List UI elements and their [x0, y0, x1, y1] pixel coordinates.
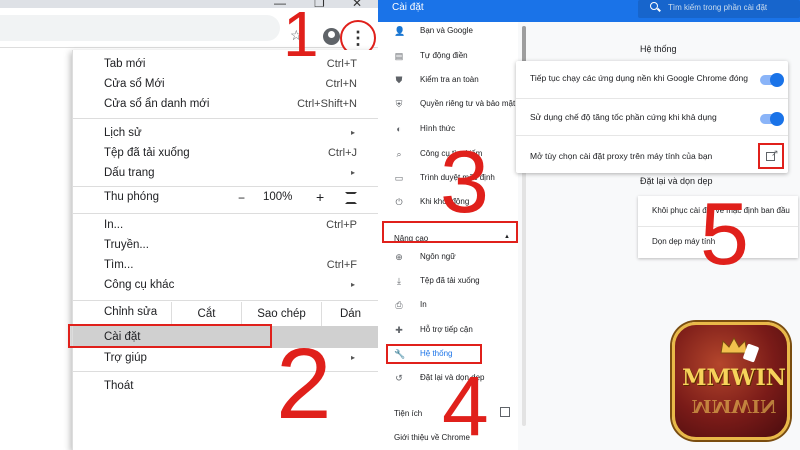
step-number-2: 2	[276, 328, 332, 440]
menu-item-cast[interactable]: Truyền...	[73, 235, 378, 255]
step-number-3: 3	[440, 132, 489, 231]
chrome-main-menu: Tab mới Ctrl+T Cửa sổ Mới Ctrl+N Cửa sổ ẩn…	[72, 50, 378, 450]
sidebar-item-you-and-google[interactable]: 👤 Bạn và Google	[378, 22, 518, 40]
menu-divider	[73, 371, 378, 372]
menu-item-bookmarks[interactable]: Dấu trang ▸	[73, 163, 378, 183]
shield-icon: ⛨	[395, 99, 403, 109]
accessibility-icon: ✚	[395, 325, 403, 335]
menu-divider	[73, 186, 378, 187]
sidebar-item-autofill[interactable]: ▤ Tự động điền	[378, 47, 518, 65]
open-in-new-icon	[500, 407, 510, 417]
copy-button[interactable]: Sao chép	[241, 302, 321, 326]
zoom-out-button[interactable]: −	[238, 191, 245, 205]
menu-item-incognito[interactable]: Cửa sổ ẩn danh mới Ctrl+Shift+N	[73, 94, 378, 114]
step-number-1: 1	[283, 0, 319, 70]
menu-item-new-window[interactable]: Cửa sổ Mới Ctrl+N	[73, 74, 378, 94]
menu-item-exit[interactable]: Thoát	[73, 376, 378, 396]
profile-avatar-icon[interactable]	[323, 28, 340, 45]
menu-edit-row: Chỉnh sửa Cắt Sao chép Dán	[73, 302, 378, 326]
page-title: Cài đặt	[392, 2, 424, 13]
printer-icon: ⎙	[395, 300, 403, 310]
paste-button[interactable]: Dán	[321, 302, 378, 326]
step-number-4: 4	[442, 359, 489, 450]
zoom-in-button[interactable]: +	[316, 189, 324, 205]
setting-proxy: Mở tùy chọn cài đặt proxy trên máy tính …	[530, 151, 713, 161]
menu-zoom-row: Thu phóng − 100% +	[73, 188, 378, 212]
menu-item-history[interactable]: Lịch sử ▸	[73, 123, 378, 143]
sidebar-item-downloads[interactable]: ⤓ Tệp đã tải xuống	[378, 272, 518, 290]
toggle-background-apps[interactable]	[760, 73, 784, 87]
sidebar-item-printing[interactable]: ⎙ In	[378, 296, 518, 314]
logo-wordmark: MMWIN	[682, 365, 786, 391]
sidebar-item-safety-check[interactable]: ⛊ Kiểm tra an toàn	[378, 71, 518, 89]
reset-icon: ↺	[395, 373, 403, 383]
sidebar-item-accessibility[interactable]: ✚ Hỗ trợ tiếp cận	[378, 321, 518, 339]
menu-divider	[73, 213, 378, 214]
person-icon: 👤	[394, 26, 406, 36]
globe-icon: ⊕	[395, 252, 403, 262]
highlight-settings-box	[68, 324, 272, 348]
browser-icon: ▭	[394, 173, 404, 183]
shield-check-icon: ⛊	[395, 75, 403, 85]
mmwin-logo: MMWIN MMWIN	[672, 322, 790, 440]
menu-divider	[73, 300, 378, 301]
menu-item-downloads[interactable]: Tệp đã tải xuống Ctrl+J	[73, 143, 378, 163]
address-bar[interactable]	[0, 15, 280, 41]
search-icon: ⌕	[396, 149, 402, 159]
menu-divider	[73, 118, 378, 119]
palette-icon: ◐	[396, 124, 402, 134]
clipboard-icon: ▤	[394, 51, 404, 61]
menu-item-help[interactable]: Trợ giúp ▸	[73, 348, 378, 368]
open-proxy-settings-button[interactable]: ↗	[758, 143, 784, 169]
setting-hardware-acceleration: Sử dụng chế độ tăng tốc phần cứng khi kh…	[530, 112, 717, 122]
menu-item-find[interactable]: Tìm... Ctrl+F	[73, 255, 378, 275]
logo-wordmark-reflection: MMWIN	[691, 395, 777, 416]
search-icon	[650, 2, 658, 10]
cut-button[interactable]: Cắt	[171, 302, 241, 326]
chevron-right-icon: ▸	[350, 280, 355, 289]
settings-header: Cài đặt Tìm kiếm trong phần cài đặt	[378, 0, 800, 22]
chevron-right-icon: ▸	[350, 168, 355, 177]
menu-item-more-tools[interactable]: Công cụ khác ▸	[73, 275, 378, 295]
menu-item-new-tab[interactable]: Tab mới Ctrl+T	[73, 54, 378, 74]
step-number-5: 5	[700, 184, 749, 283]
sidebar-item-extensions[interactable]: Tiện ích	[394, 409, 422, 418]
sidebar-item-languages[interactable]: ⊕ Ngôn ngữ	[378, 248, 518, 266]
power-icon: ⏻	[395, 197, 403, 207]
system-settings-card: Tiếp tục chạy các ứng dụng nền khi Googl…	[516, 61, 788, 173]
title-bar: — ❐ ✕	[0, 0, 378, 10]
system-section-title: Hệ thống	[640, 44, 677, 54]
download-icon: ⤓	[397, 276, 401, 286]
zoom-level: 100%	[263, 191, 293, 203]
toggle-hardware-acceleration[interactable]	[760, 112, 784, 126]
setting-background-apps: Tiếp tục chạy các ứng dụng nền khi Googl…	[530, 73, 749, 83]
sidebar-item-privacy[interactable]: ⛨ Quyền riêng tư và bảo mật	[378, 95, 518, 113]
fullscreen-icon[interactable]	[345, 192, 357, 204]
menu-item-print[interactable]: In... Ctrl+P	[73, 215, 378, 235]
chevron-right-icon: ▸	[350, 128, 355, 137]
settings-search-input[interactable]: Tìm kiếm trong phần cài đặt	[638, 0, 800, 18]
chevron-right-icon: ▸	[350, 353, 355, 362]
